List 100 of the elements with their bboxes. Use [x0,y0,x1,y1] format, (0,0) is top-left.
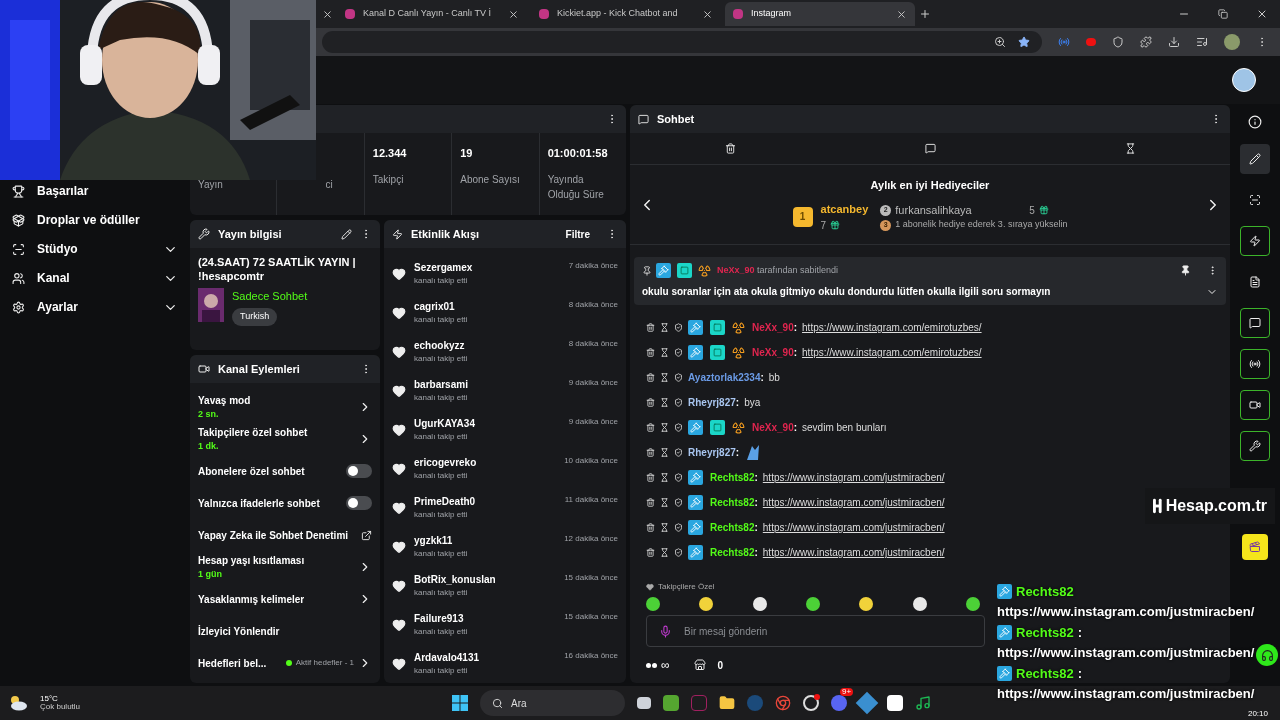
obs-icon[interactable] [803,695,820,711]
panel-title: Yayın bilgisi [218,226,283,242]
sidebar-item[interactable]: Kanal [12,269,178,287]
actions-icon [198,363,210,375]
message-link[interactable]: https://www.instagram.com/justmiracben/ [762,545,945,560]
trash-icon[interactable] [724,143,736,154]
sidebar-item[interactable]: Ayarlar [12,298,178,316]
gifter-name: furkansalihkaya [895,202,973,218]
sidebar-item[interactable]: Droplar ve ödüller [12,211,178,229]
event-action: kanalı takip etti [414,626,469,638]
windows-start-icon[interactable] [452,695,469,711]
download-icon[interactable] [1168,36,1180,48]
shield-icon[interactable] [1112,36,1124,48]
close-tab-icon[interactable] [508,8,519,20]
chat-username[interactable]: NeXx_90 [752,420,794,435]
unpin-icon[interactable] [1180,265,1191,276]
colon: : [754,521,758,535]
microphone-icon[interactable] [659,624,672,638]
browser-icon[interactable] [775,695,792,711]
chat-username[interactable]: NeXx_90 [752,345,794,360]
search-icon [492,697,504,709]
hourglass-icon[interactable] [660,473,669,482]
rail-button[interactable] [1240,390,1270,420]
rail-button[interactable] [1240,308,1270,338]
temperature: 15°C [40,695,59,703]
trash-icon[interactable] [646,498,655,507]
trash-icon[interactable] [646,548,655,557]
hourglass-icon[interactable] [660,348,669,357]
info-icon[interactable] [1248,115,1262,129]
media-icon[interactable] [1196,36,1208,48]
hammer-badge-icon [688,545,703,560]
taskbar-search[interactable]: Ara [480,690,626,716]
restore-icon[interactable] [1218,9,1228,19]
close-tab-icon[interactable] [896,8,907,20]
spotify-icon[interactable] [915,695,932,711]
event-user: ericogevreko [414,456,478,470]
trash-icon[interactable] [646,323,655,332]
zoom-icon[interactable] [994,36,1006,48]
message-input[interactable]: Bir mesaj gönderin [646,615,985,647]
hourglass-icon[interactable] [1124,143,1136,154]
profile-avatar[interactable] [1224,34,1240,50]
event-time: 15 dakika önce [564,611,618,623]
sidebar-item[interactable]: Stüdyo [12,240,178,258]
browser-tab[interactable]: Kanal D Canlı Yayın - Canlı TV İ [337,2,527,26]
filter-button[interactable]: Filtre [565,226,590,242]
external-link-icon [361,529,372,541]
hammer-badge-icon [688,520,703,535]
category-link[interactable]: Sadece Sohbet [232,287,308,304]
hourglass-icon[interactable] [660,373,669,382]
folder-icon[interactable] [719,695,736,711]
trash-icon[interactable] [646,423,655,432]
hourglass-icon[interactable] [660,423,669,432]
message-link[interactable]: https://www.instagram.com/emirotuzbes/ [802,345,982,360]
trash-icon[interactable] [646,348,655,357]
edit-button[interactable] [1240,144,1270,174]
hourglass-icon[interactable] [660,323,669,332]
hourglass-icon[interactable] [660,498,669,507]
rail-button[interactable] [1240,431,1270,461]
colon: : [1077,665,1083,683]
extension-icon[interactable] [1086,38,1096,46]
message-link[interactable]: https://www.instagram.com/justmiracben/ [762,495,945,510]
clapperboard-button[interactable] [1242,534,1268,560]
message-link[interactable]: https://www.instagram.com/justmiracben/ [762,520,945,535]
new-tab-icon[interactable] [919,8,931,20]
edit-icon[interactable] [341,228,352,240]
tab-title: Instagram [751,7,793,21]
bookmark-star-icon[interactable] [1018,36,1030,48]
trash-icon[interactable] [646,448,655,457]
hourglass-icon[interactable] [660,448,669,457]
rail-button[interactable] [1240,349,1270,379]
sidebar-item[interactable]: Başarılar [12,182,178,200]
extensions-icon[interactable] [1140,36,1152,48]
trash-icon[interactable] [646,473,655,482]
hourglass-icon[interactable] [660,548,669,557]
close-tab-icon[interactable] [322,8,333,20]
hourglass-icon[interactable] [660,398,669,407]
trash-icon[interactable] [646,523,655,532]
task-view-icon[interactable] [637,697,652,709]
user-avatar[interactable] [1232,68,1256,92]
browser-tab[interactable]: Kickiet.app - Kick Chatbot and [531,2,721,26]
close-window-icon[interactable] [1256,8,1268,20]
stat-label: Yayın [198,178,224,192]
store-icon[interactable] [693,659,706,671]
hourglass-icon[interactable] [660,523,669,532]
headset-button[interactable] [1256,644,1278,666]
browser-tab[interactable]: Instagram [725,2,915,26]
message-link[interactable]: https://www.instagram.com/justmiracben/ [762,470,945,485]
toggle-switch[interactable] [346,496,372,510]
chat-username[interactable]: Rheyrj827 [688,445,736,460]
chat-icon[interactable] [924,143,936,154]
toggle-switch[interactable] [346,464,372,478]
chat-username[interactable]: Rheyrj827 [688,395,736,410]
close-tab-icon[interactable] [702,8,713,20]
extension-icon[interactable] [1058,36,1070,48]
heart-icon [392,344,406,359]
rail-button[interactable] [1240,226,1270,256]
trash-icon[interactable] [646,373,655,382]
message-link[interactable]: https://www.instagram.com/emirotuzbes/ [802,320,982,335]
chat-username[interactable]: NeXx_90 [752,320,794,335]
trash-icon[interactable] [646,398,655,407]
